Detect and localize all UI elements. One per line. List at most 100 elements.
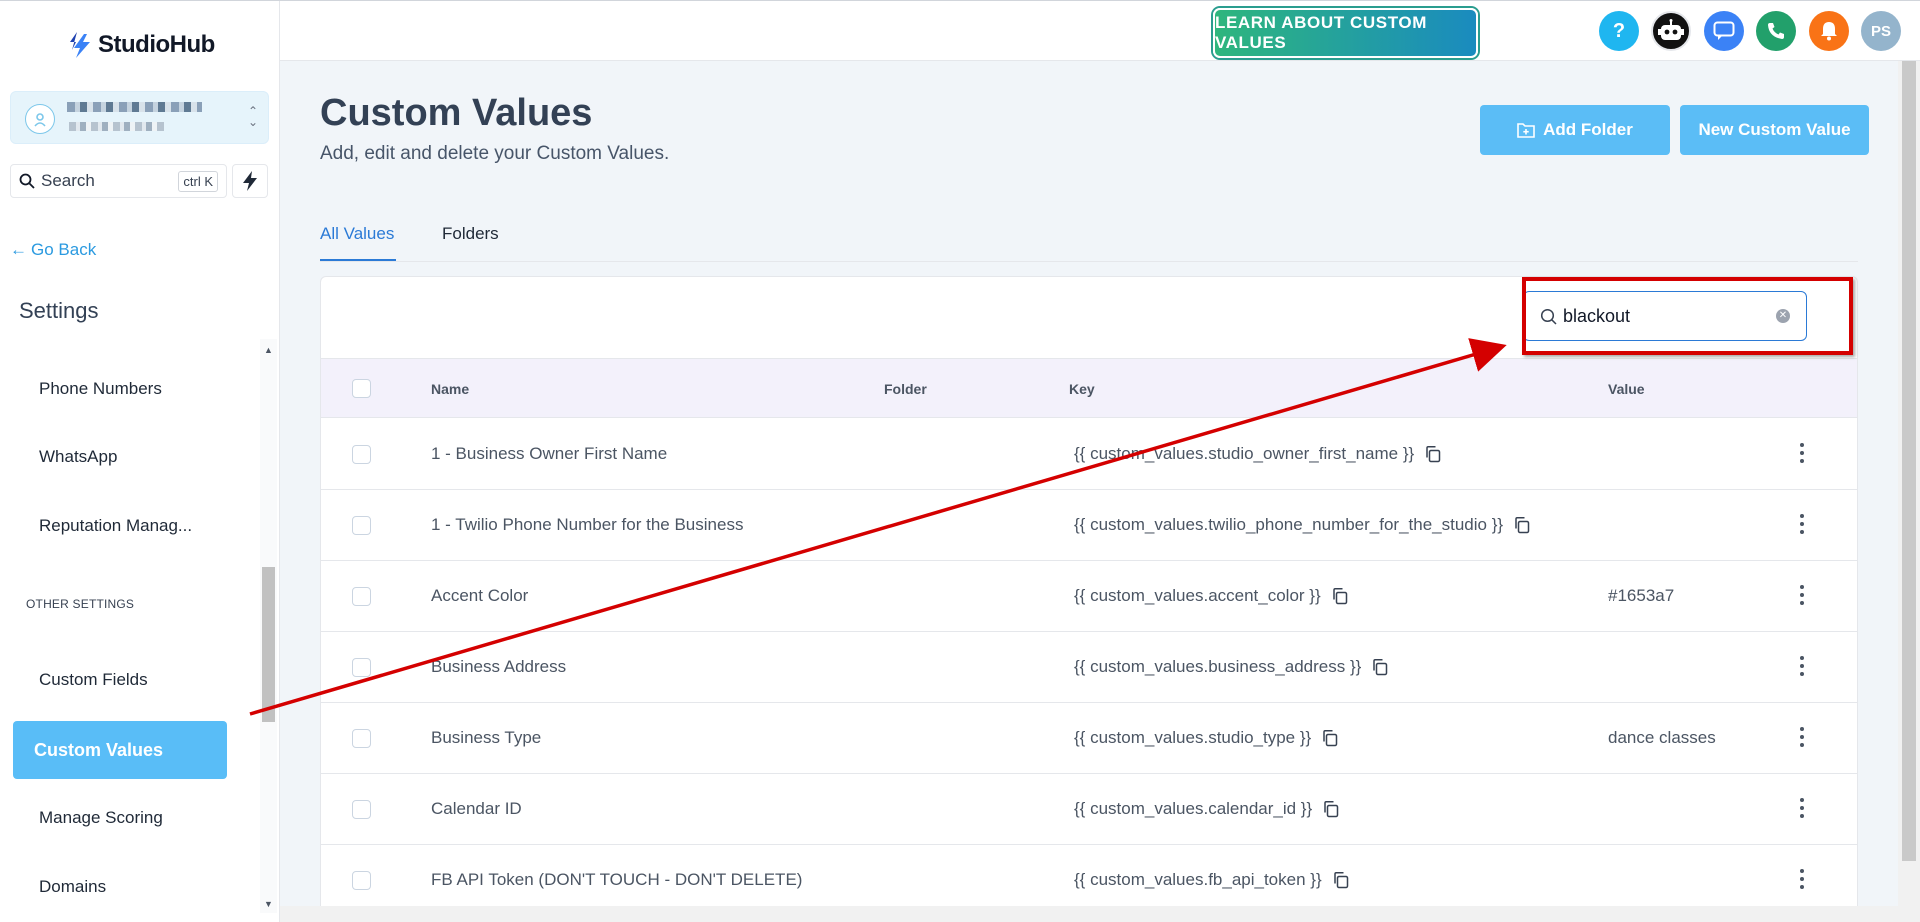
go-back-link[interactable]: ← Go Back xyxy=(10,240,96,260)
table-row[interactable]: 1 - Business Owner First Name {{ custom_v… xyxy=(321,419,1857,490)
row-key-text: {{ custom_values.fb_api_token }} xyxy=(1074,870,1322,889)
copy-icon[interactable] xyxy=(1424,445,1442,463)
column-header-value[interactable]: Value xyxy=(1608,381,1645,397)
sidebar-item-reputation[interactable]: Reputation Manag... xyxy=(39,516,192,536)
copy-icon[interactable] xyxy=(1332,871,1350,889)
copy-icon[interactable] xyxy=(1331,587,1349,605)
row-name: Business Type xyxy=(431,728,542,747)
column-header-name[interactable]: Name xyxy=(431,381,469,397)
page-scroll-thumb[interactable] xyxy=(1902,61,1916,861)
table-row[interactable]: 1 - Twilio Phone Number for the Business… xyxy=(321,490,1857,561)
add-folder-label: Add Folder xyxy=(1543,120,1633,139)
row-key: {{ custom_values.twilio_phone_number_for… xyxy=(1074,515,1531,535)
row-checkbox[interactable] xyxy=(352,516,371,535)
sidebar-search[interactable]: Search ctrl K xyxy=(10,164,227,198)
sidebar-scroll-thumb[interactable] xyxy=(262,567,275,722)
chevron-updown-icon: ⌃ ⌄ xyxy=(247,104,258,129)
section-other-settings: OTHER SETTINGS xyxy=(26,597,135,611)
row-name: Business Address xyxy=(431,657,567,676)
row-checkbox[interactable] xyxy=(352,729,371,748)
select-all-checkbox[interactable] xyxy=(352,379,371,398)
sidebar-item-custom-values[interactable]: Custom Values xyxy=(13,721,227,779)
sidebar: StudioHub ⌃ ⌄ Search ctrl K ← Go Back Set… xyxy=(0,1,280,922)
table-row[interactable]: Business Type {{ custom_values.studio_typ… xyxy=(321,703,1857,774)
account-detail-redacted xyxy=(69,122,164,131)
row-checkbox[interactable] xyxy=(352,587,371,606)
sidebar-item-whatsapp[interactable]: WhatsApp xyxy=(39,447,117,467)
row-name: FB API Token (DON'T TOUCH - DON'T DELETE… xyxy=(431,870,803,889)
copy-icon[interactable] xyxy=(1371,658,1389,676)
row-key: {{ custom_values.calendar_id }} xyxy=(1074,799,1340,819)
copy-icon[interactable] xyxy=(1321,729,1339,747)
row-checkbox[interactable] xyxy=(352,871,371,890)
row-name: Calendar ID xyxy=(431,799,522,818)
search-label: Search xyxy=(41,171,95,190)
row-key-text: {{ custom_values.business_address }} xyxy=(1074,657,1362,676)
page-scrollbar[interactable] xyxy=(1898,61,1920,922)
more-options-icon[interactable] xyxy=(1799,514,1805,534)
sidebar-item-custom-fields[interactable]: Custom Fields xyxy=(39,670,148,690)
new-custom-value-button[interactable]: New Custom Value xyxy=(1680,105,1869,155)
more-options-icon[interactable] xyxy=(1799,656,1805,676)
quick-actions-button[interactable] xyxy=(232,164,268,198)
lightning-icon xyxy=(243,171,257,191)
row-name: Accent Color xyxy=(431,586,529,605)
scroll-up-icon[interactable]: ▲ xyxy=(264,345,273,355)
chat-icon[interactable] xyxy=(1704,11,1744,51)
settings-nav: Phone Numbers WhatsApp Reputation Manag.… xyxy=(0,338,260,913)
row-key-text: {{ custom_values.studio_type }} xyxy=(1074,728,1312,747)
account-name-redacted xyxy=(67,102,202,112)
user-avatar[interactable]: PS xyxy=(1861,11,1901,51)
more-options-icon[interactable] xyxy=(1799,727,1805,747)
sidebar-item-domains[interactable]: Domains xyxy=(39,877,106,897)
tab-all-values[interactable]: All Values xyxy=(320,224,394,244)
row-name: 1 - Twilio Phone Number for the Business xyxy=(431,515,744,534)
page-subtitle: Add, edit and delete your Custom Values. xyxy=(320,143,670,164)
page-title: Custom Values xyxy=(320,92,593,134)
scroll-down-icon[interactable]: ▼ xyxy=(264,899,273,909)
location-icon xyxy=(25,104,55,134)
bell-icon[interactable] xyxy=(1809,11,1849,51)
phone-icon[interactable] xyxy=(1756,11,1796,51)
row-checkbox[interactable] xyxy=(352,445,371,464)
table-header: Name Folder Key Value xyxy=(321,358,1857,418)
account-switcher[interactable]: ⌃ ⌄ xyxy=(10,91,269,144)
more-options-icon[interactable] xyxy=(1799,443,1805,463)
search-icon xyxy=(19,173,35,189)
help-icon[interactable]: ? xyxy=(1599,11,1639,51)
row-key-text: {{ custom_values.twilio_phone_number_for… xyxy=(1074,515,1504,534)
table-row[interactable]: Calendar ID {{ custom_values.calendar_id … xyxy=(321,774,1857,845)
column-header-key[interactable]: Key xyxy=(1069,381,1095,397)
app-name: StudioHub xyxy=(98,31,215,58)
copy-icon[interactable] xyxy=(1513,516,1531,534)
more-options-icon[interactable] xyxy=(1799,869,1805,889)
top-header: LEARN ABOUT CUSTOM VALUES ? PS xyxy=(280,1,1920,61)
row-value: dance classes xyxy=(1608,728,1716,747)
add-folder-button[interactable]: Add Folder xyxy=(1480,105,1670,155)
tab-folders[interactable]: Folders xyxy=(442,224,499,244)
table-row[interactable]: Business Address {{ custom_values.busines… xyxy=(321,632,1857,703)
sidebar-scrollbar[interactable]: ▲ ▼ xyxy=(260,339,277,913)
row-value: #1653a7 xyxy=(1608,586,1675,605)
row-name: 1 - Business Owner First Name xyxy=(431,444,668,463)
more-options-icon[interactable] xyxy=(1799,798,1805,818)
custom-values-table-card: ✕ Name Folder Key Value 1 - Business Own… xyxy=(320,276,1858,922)
app-logo[interactable]: StudioHub xyxy=(68,27,215,63)
settings-title: Settings xyxy=(19,298,99,323)
tab-active-indicator xyxy=(320,259,396,261)
sidebar-item-phone-numbers[interactable]: Phone Numbers xyxy=(39,379,162,399)
copy-icon[interactable] xyxy=(1322,800,1340,818)
column-header-folder[interactable]: Folder xyxy=(884,381,927,397)
tabs: All Values Folders xyxy=(320,218,1858,262)
more-options-icon[interactable] xyxy=(1799,585,1805,605)
robot-icon[interactable] xyxy=(1651,11,1691,51)
sidebar-item-manage-scoring[interactable]: Manage Scoring xyxy=(39,808,163,828)
table-row[interactable]: Accent Color {{ custom_values.accent_colo… xyxy=(321,561,1857,632)
search-shortcut: ctrl K xyxy=(178,171,218,192)
annotation-highlight-box xyxy=(1522,277,1853,355)
horizontal-scrollbar[interactable] xyxy=(280,906,1898,922)
row-checkbox[interactable] xyxy=(352,800,371,819)
row-checkbox[interactable] xyxy=(352,658,371,677)
learn-custom-values-button[interactable]: LEARN ABOUT CUSTOM VALUES xyxy=(1213,8,1478,58)
row-key: {{ custom_values.studio_owner_first_name… xyxy=(1074,444,1442,464)
